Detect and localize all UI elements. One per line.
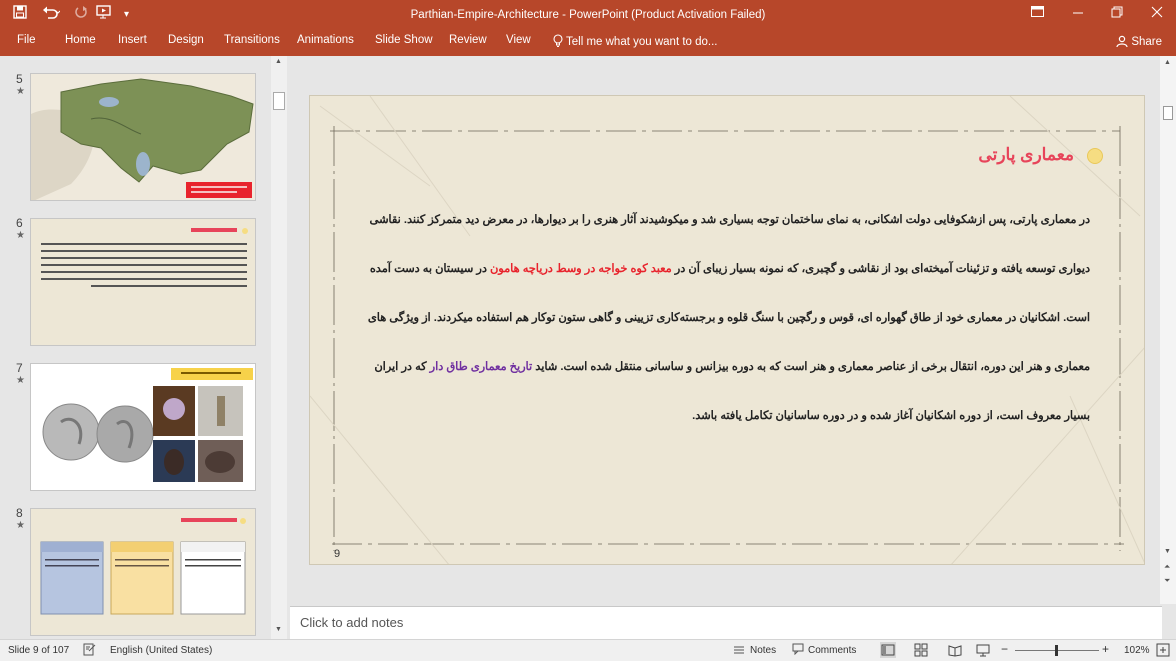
normal-view-icon[interactable]: [880, 642, 896, 658]
notes-toggle-button[interactable]: Notes: [750, 645, 776, 656]
share-button[interactable]: Share: [1108, 32, 1170, 52]
restore-icon[interactable]: [1111, 6, 1123, 21]
body-text-segment: در سیستان به دست آمده است. اشکانیان در م…: [367, 263, 1090, 373]
slide-thumbnail-8[interactable]: [30, 508, 256, 636]
thumbnail-scrollbar[interactable]: ▲ ▼: [271, 56, 287, 639]
slide-editor[interactable]: معماری پارتی در معماری پارتی، پس ازشکوفا…: [290, 56, 1162, 604]
reading-view-icon[interactable]: [948, 643, 962, 660]
map-image: [31, 74, 255, 200]
zoom-slider-thumb[interactable]: [1055, 645, 1058, 656]
slide-page-number: 9: [334, 548, 341, 560]
animation-star-icon: ★: [16, 86, 25, 97]
close-icon[interactable]: [1151, 6, 1163, 21]
ribbon-display-options-icon[interactable]: [1031, 6, 1044, 21]
window-title: Parthian-Empire-Architecture - PowerPoin…: [410, 9, 766, 21]
tab-transitions[interactable]: Transitions: [224, 34, 280, 46]
tab-animations[interactable]: Animations: [297, 34, 354, 46]
slide-sorter-icon[interactable]: [914, 643, 928, 660]
slide-title[interactable]: معماری پارتی: [978, 145, 1074, 165]
fit-to-window-icon[interactable]: [1156, 643, 1170, 660]
text-slide-preview: [31, 219, 255, 345]
scroll-up-icon[interactable]: ▲: [275, 58, 282, 65]
tab-slide-show[interactable]: Slide Show: [375, 34, 433, 46]
thumbnail-number: 5: [16, 72, 23, 86]
tab-design[interactable]: Design: [168, 34, 204, 46]
thumbnail-number: 8: [16, 506, 23, 520]
next-slide-icon[interactable]: ⏷: [1164, 576, 1170, 586]
minimize-icon[interactable]: [1072, 6, 1084, 21]
share-label: Share: [1131, 36, 1162, 48]
table-slide-preview: [31, 509, 255, 635]
zoom-in-icon[interactable]: +: [1102, 642, 1109, 656]
spell-check-icon[interactable]: [83, 643, 96, 659]
highlight-purple-text: تاریخ معماری طاق دار: [429, 361, 533, 373]
scroll-down-icon[interactable]: ▼: [1164, 548, 1171, 555]
animation-star-icon: ★: [16, 375, 25, 386]
scrollbar-thumb[interactable]: [1163, 106, 1173, 120]
slide-thumbnail-panel[interactable]: 5 ★ 6 ★ 7 ★ 8 ★: [0, 56, 270, 639]
notes-placeholder[interactable]: Click to add notes: [300, 615, 403, 630]
tab-view[interactable]: View: [506, 34, 531, 46]
tell-me-box[interactable]: Tell me what you want to do...: [553, 34, 718, 50]
language-indicator[interactable]: English (United States): [110, 645, 212, 656]
tab-file[interactable]: File: [17, 34, 36, 46]
scroll-up-icon[interactable]: ▲: [1164, 59, 1171, 66]
lightbulb-icon: [553, 34, 563, 50]
status-bar: Slide 9 of 107 English (United States) N…: [0, 639, 1176, 661]
thumbnail-number: 7: [16, 361, 23, 375]
coins-artifacts-preview: [31, 364, 255, 490]
animation-star-icon: ★: [16, 520, 25, 531]
comments-icon[interactable]: [792, 643, 804, 658]
slide-thumbnail-7[interactable]: [30, 363, 256, 491]
tab-review[interactable]: Review: [449, 34, 487, 46]
title-bullet-dot: [1087, 148, 1103, 164]
animation-star-icon: ★: [16, 230, 25, 241]
comments-toggle-button[interactable]: Comments: [808, 645, 856, 656]
notes-icon[interactable]: [733, 643, 745, 658]
slide-thumbnail-5[interactable]: [30, 73, 256, 201]
tell-me-label: Tell me what you want to do...: [566, 36, 718, 48]
slide-counter: Slide 9 of 107: [8, 645, 70, 656]
notes-pane[interactable]: Click to add notes: [290, 606, 1162, 639]
previous-slide-icon[interactable]: ⏶: [1164, 562, 1170, 572]
title-bar: ▾ Parthian-Empire-Architecture - PowerPo…: [0, 0, 1176, 30]
thumbnail-number: 6: [16, 216, 23, 230]
scroll-down-icon[interactable]: ▼: [275, 626, 282, 633]
zoom-level[interactable]: 102%: [1124, 645, 1150, 656]
zoom-out-icon[interactable]: −: [1001, 642, 1008, 656]
slideshow-view-icon[interactable]: [976, 643, 990, 660]
highlight-red-text: معبد کوه خواجه در وسط دریاچه هامون: [490, 263, 672, 275]
person-icon: [1116, 35, 1128, 50]
slide-body-text[interactable]: در معماری پارتی، پس ازشکوفایی دولت اشکان…: [348, 196, 1090, 441]
ribbon-tabs: File Home Insert Design Transitions Anim…: [0, 30, 1176, 56]
slide-scrollbar[interactable]: ▲ ▼ ⏶ ⏷: [1160, 56, 1176, 604]
tab-home[interactable]: Home: [65, 34, 96, 46]
slide-thumbnail-6[interactable]: [30, 218, 256, 346]
tab-insert[interactable]: Insert: [118, 34, 147, 46]
scrollbar-thumb[interactable]: [273, 92, 285, 110]
current-slide[interactable]: معماری پارتی در معماری پارتی، پس ازشکوفا…: [309, 95, 1145, 565]
